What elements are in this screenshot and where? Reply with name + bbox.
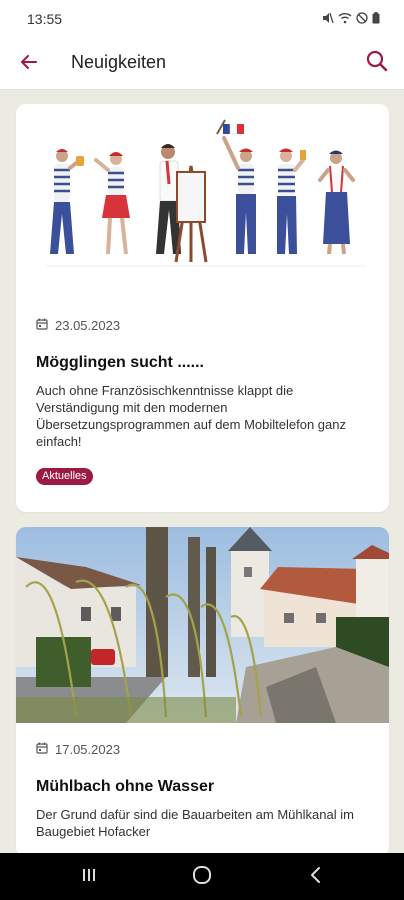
news-text: Auch ohne Französischkenntnisse klappt d…: [36, 383, 347, 449]
dnd-icon: [356, 11, 368, 29]
status-time: 13:55: [27, 11, 63, 27]
search-icon: [365, 49, 389, 78]
news-photo: [16, 527, 389, 723]
app-bar: Neuigkeiten: [0, 38, 404, 90]
calendar-icon: [36, 318, 48, 333]
news-card[interactable]: 23.05.2023 Mögglingen sucht ...... Auch …: [16, 104, 389, 512]
news-date: 17.05.2023: [36, 742, 120, 757]
chevron-left-icon: [309, 866, 323, 889]
calendar-icon: [36, 742, 48, 757]
recents-icon: [81, 867, 97, 888]
news-title: Mühlbach ohne Wasser: [36, 778, 215, 795]
search-button[interactable]: [362, 48, 392, 78]
news-date-text: 23.05.2023: [55, 318, 121, 333]
news-title: Mögglingen sucht ......: [36, 354, 204, 371]
page-title: Neuigkeiten: [71, 52, 167, 72]
system-nav-bar: [0, 853, 404, 900]
recents-button[interactable]: [72, 863, 106, 891]
status-bar: 13:55: [0, 0, 404, 38]
status-icons: [322, 11, 380, 29]
arrow-back-icon: [19, 52, 39, 77]
category-tag[interactable]: Aktuelles: [36, 468, 93, 485]
wifi-icon: [338, 11, 352, 29]
news-date-text: 17.05.2023: [55, 742, 121, 757]
system-back-button[interactable]: [299, 863, 333, 891]
news-illustration: [16, 104, 389, 294]
home-button[interactable]: [185, 863, 219, 891]
news-card[interactable]: 17.05.2023 Mühlbach ohne Wasser Der Grun…: [16, 527, 389, 857]
home-icon: [192, 865, 212, 890]
battery-icon: [372, 11, 380, 29]
mute-icon: [322, 11, 334, 29]
news-text: Der Grund dafür sind die Bauarbeiten am …: [36, 807, 354, 839]
back-button[interactable]: [14, 49, 44, 79]
news-date: 23.05.2023: [36, 318, 120, 333]
